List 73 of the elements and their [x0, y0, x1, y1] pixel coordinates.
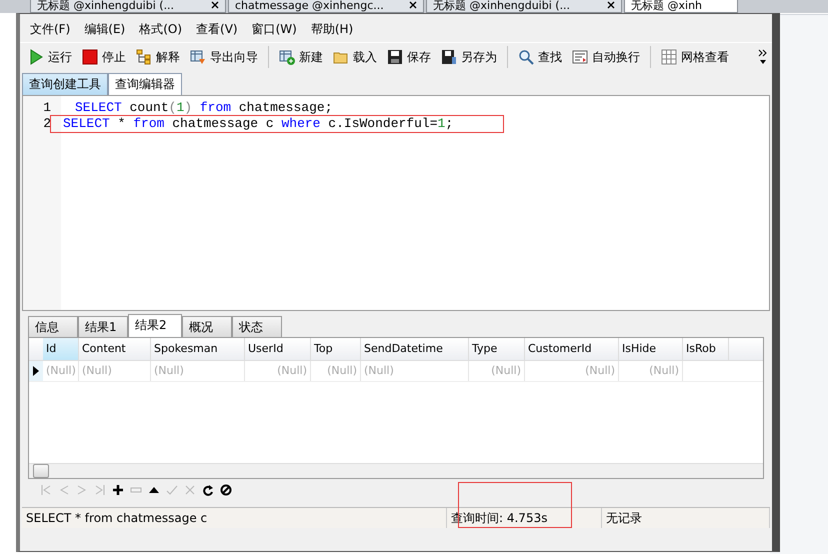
document-tab[interactable]: 无标题 @xinh: [624, 0, 738, 13]
column-header[interactable]: Top: [311, 338, 361, 360]
menu-item[interactable]: 编辑(E): [78, 20, 132, 40]
plus-icon[interactable]: [112, 484, 124, 496]
play-icon: [28, 49, 44, 65]
table-cell: (Null): [619, 361, 683, 381]
column-header[interactable]: UserId: [245, 338, 311, 360]
grid-icon: [661, 49, 677, 65]
table-cell: (Null): [79, 361, 151, 381]
refresh-icon[interactable]: [202, 484, 214, 496]
toolbar-button[interactable]: 导出向导: [186, 46, 262, 68]
toolbar-button[interactable]: 新建: [275, 46, 327, 68]
line-number: 2: [42, 116, 52, 132]
result-tab[interactable]: 状态: [232, 316, 282, 337]
toolbar-button[interactable]: 查找: [514, 46, 566, 68]
floppy-icon: [387, 49, 403, 65]
code-editor[interactable]: 1 2 SELECT count(1) from chatmessage; SELECT * from chatmessage c where c.IsWonderful=1;: [22, 95, 770, 311]
column-header[interactable]: Type: [469, 338, 525, 360]
table-cell: (Null): [469, 361, 525, 381]
line-number: 1: [42, 100, 52, 116]
overflow-icon[interactable]: [758, 48, 768, 66]
result-tab[interactable]: 结果2: [128, 314, 182, 337]
row-pointer-icon: [33, 366, 39, 376]
table-cell: (Null): [151, 361, 245, 381]
result-tab[interactable]: 结果1: [78, 316, 128, 337]
search-icon: [518, 49, 534, 65]
result-tab[interactable]: 信息: [28, 316, 78, 337]
horizontal-scrollbar[interactable]: [29, 463, 763, 478]
toolbar-button[interactable]: 载入: [329, 46, 381, 68]
table-cell: (Null): [43, 361, 79, 381]
menu-item[interactable]: 格式(O): [133, 20, 188, 40]
table-cell: (Null): [525, 361, 619, 381]
column-header[interactable]: IsHide: [619, 338, 683, 360]
column-header[interactable]: CustomerId: [525, 338, 619, 360]
table-cell: (Null): [361, 361, 469, 381]
code-line: SELECT * from chatmessage c where c.IsWonderful=1;: [51, 116, 504, 132]
close-icon[interactable]: [409, 1, 417, 9]
result-tab[interactable]: 概况: [182, 316, 232, 337]
column-header[interactable]: Spokesman: [151, 338, 245, 360]
table-cell: (Null): [311, 361, 361, 381]
toolbar-button[interactable]: 运行: [24, 46, 76, 68]
toolbar-button[interactable]: 解释: [132, 46, 184, 68]
floppy-icon: [441, 49, 457, 65]
toolbar-button[interactable]: 另存为: [437, 46, 501, 68]
table-export-icon: [190, 49, 206, 65]
table-cell: (Null): [245, 361, 311, 381]
editor-tab[interactable]: 查询编辑器: [108, 73, 182, 95]
status-query: SELECT * from chatmessage c: [22, 508, 447, 528]
toolbar-button[interactable]: 保存: [383, 46, 435, 68]
toolbar-button[interactable]: 停止: [78, 46, 130, 68]
toolbar-button[interactable]: 自动换行: [568, 46, 644, 68]
document-tab[interactable]: 无标题 @xinhengduibi (...: [30, 0, 226, 13]
tree-icon: [136, 49, 152, 65]
menu-item[interactable]: 帮助(H): [304, 20, 360, 40]
document-tab[interactable]: 无标题 @xinhengduibi (...: [426, 0, 622, 13]
editor-tab[interactable]: 查询创建工具: [22, 73, 108, 95]
stop-circle-icon[interactable]: [220, 484, 232, 496]
close-icon[interactable]: [607, 1, 615, 9]
toolbar-button[interactable]: 网格查看: [657, 46, 733, 68]
close-icon[interactable]: [211, 1, 219, 9]
table-add-icon: [279, 49, 295, 65]
column-header[interactable]: IsRob: [683, 338, 729, 360]
column-header[interactable]: Content: [79, 338, 151, 360]
menu-item[interactable]: 窗口(W): [246, 20, 303, 40]
column-header[interactable]: SendDatetime: [361, 338, 469, 360]
document-tab[interactable]: chatmessage @xinhengc...: [228, 0, 424, 13]
wrap-text-icon: [572, 49, 588, 65]
stop-icon: [82, 49, 98, 65]
code-line: SELECT count(1) from chatmessage;: [74, 100, 332, 116]
status-records: 无记录: [602, 508, 770, 528]
menu-item[interactable]: 查看(V): [190, 20, 244, 40]
column-header[interactable]: Id: [43, 338, 79, 360]
menu-item[interactable]: 文件(F): [24, 20, 76, 40]
